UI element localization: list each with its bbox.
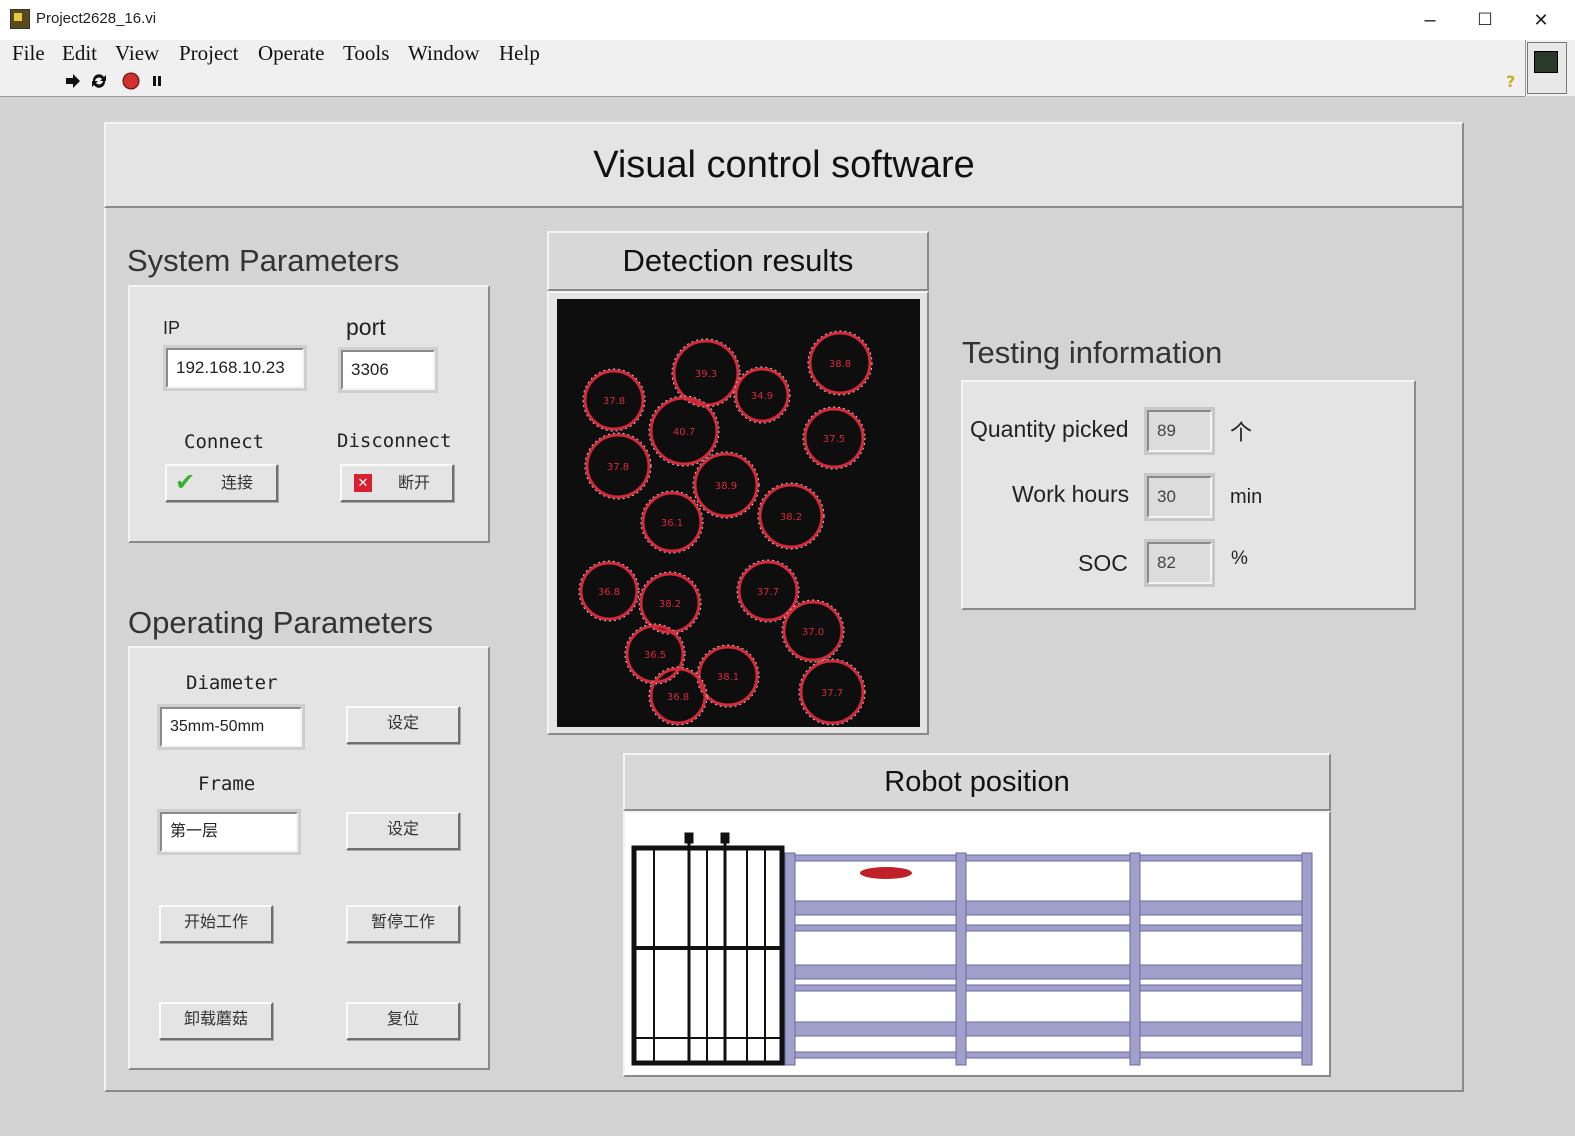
testing-information-title: Testing information xyxy=(962,335,1223,370)
detected-mushroom: 38.8 xyxy=(807,330,873,396)
quantity-unit: 个 xyxy=(1230,420,1253,445)
diameter-label: 37.7 xyxy=(757,587,779,598)
diameter-label: 38.2 xyxy=(659,599,681,610)
diameter-label: Diameter xyxy=(186,672,278,694)
vi-icon[interactable] xyxy=(1527,42,1567,94)
detected-mushroom: 38.2 xyxy=(757,482,825,550)
minimize-button[interactable]: – xyxy=(1410,6,1450,34)
run-arrow-icon[interactable] xyxy=(64,72,82,90)
robot-marker xyxy=(860,867,912,879)
detected-mushroom: 36.1 xyxy=(640,490,704,554)
diameter-label: 36.8 xyxy=(598,587,620,598)
frame-input[interactable]: 第一层 xyxy=(157,809,301,855)
detection-results-header: Detection results xyxy=(547,231,929,291)
port-input[interactable]: 3306 xyxy=(338,347,438,393)
rack-frame xyxy=(631,832,785,1066)
soc-label: SOC xyxy=(1078,550,1128,576)
menu-edit[interactable]: Edit xyxy=(62,40,97,66)
rack-rails xyxy=(784,852,1313,1066)
unload-mushroom-button[interactable]: 卸载蘑菇 xyxy=(159,1002,273,1040)
app-title: Visual control software xyxy=(593,143,975,186)
start-work-button[interactable]: 开始工作 xyxy=(159,905,273,943)
detection-overlay: 39.3 38.8 37.8 34.9 40.7 37.5 37.8 38.9 36.1 38.2… xyxy=(578,330,873,726)
diameter-label: 38.9 xyxy=(715,481,737,492)
check-icon: ✔ xyxy=(175,469,196,496)
detected-mushroom: 37.7 xyxy=(798,658,866,726)
operating-parameters-title: Operating Parameters xyxy=(128,605,433,640)
window-title: Project2628_16.vi xyxy=(36,10,157,27)
ip-input[interactable]: 192.168.10.23 xyxy=(163,345,307,391)
diameter-label: 37.7 xyxy=(821,688,843,699)
soc-unit: % xyxy=(1231,548,1248,569)
port-label: port xyxy=(346,314,386,340)
connect-button-label: 连接 xyxy=(221,475,254,492)
robot-position-diagram xyxy=(627,815,1327,1073)
diameter-label: 37.8 xyxy=(603,396,625,407)
abort-icon[interactable] xyxy=(122,72,140,90)
detection-image: 39.3 38.8 37.8 34.9 40.7 37.5 37.8 38.9 36.1 38.2… xyxy=(557,299,920,727)
soc-indicator: 82 xyxy=(1144,539,1215,587)
diameter-label: 37.0 xyxy=(802,627,824,638)
detected-mushroom: 37.8 xyxy=(584,432,652,500)
diameter-input[interactable]: 35mm-50mm xyxy=(157,704,305,750)
diameter-label: 40.7 xyxy=(673,427,695,438)
menu-window[interactable]: Window xyxy=(408,40,479,66)
menu-project[interactable]: Project xyxy=(179,40,238,66)
detected-mushroom: 37.5 xyxy=(802,406,866,470)
set-diameter-button[interactable]: 设定 xyxy=(346,706,460,744)
diameter-label: 38.1 xyxy=(717,672,739,683)
detected-mushroom: 34.9 xyxy=(733,366,791,424)
detected-mushroom: 38.2 xyxy=(638,571,702,635)
labview-app-icon xyxy=(10,9,30,29)
menu-file[interactable]: File xyxy=(12,40,45,66)
diameter-label: 39.3 xyxy=(695,369,717,380)
diameter-label: 37.8 xyxy=(607,462,629,473)
diameter-label: 38.8 xyxy=(829,359,851,370)
diameter-label: 38.2 xyxy=(780,512,802,523)
connect-button[interactable]: ✔ 连接 xyxy=(165,464,278,502)
svg-text:?: ? xyxy=(1506,72,1515,90)
connect-label: Connect xyxy=(184,431,265,453)
ip-label: IP xyxy=(163,318,181,338)
diameter-label: 36.8 xyxy=(667,692,689,703)
disconnect-label: Disconnect xyxy=(337,430,452,452)
menu-view[interactable]: View xyxy=(115,40,159,66)
maximize-button[interactable]: ☐ xyxy=(1465,6,1505,34)
quantity-picked-label: Quantity picked xyxy=(970,416,1129,442)
work-hours-indicator: 30 xyxy=(1144,473,1215,521)
robot-position-header: Robot position xyxy=(623,753,1331,811)
system-parameters-group xyxy=(128,285,490,543)
reset-button[interactable]: 复位 xyxy=(346,1002,460,1040)
diameter-label: 36.1 xyxy=(661,518,683,529)
work-hours-unit: min xyxy=(1230,486,1263,508)
frame-label: Frame xyxy=(198,773,256,795)
diameter-label: 34.9 xyxy=(751,391,773,402)
menu-help[interactable]: Help xyxy=(499,40,540,66)
detected-mushroom: 36.5 xyxy=(624,623,686,685)
detected-mushroom: 37.8 xyxy=(582,368,646,432)
diameter-label: 36.5 xyxy=(644,650,666,661)
detected-mushroom: 36.8 xyxy=(578,560,640,622)
disconnect-button[interactable]: ✕ 断开 xyxy=(340,464,454,502)
detected-mushroom: 38.9 xyxy=(692,451,760,519)
app-header: Visual control software xyxy=(104,122,1464,208)
disconnect-button-label: 断开 xyxy=(398,475,431,492)
menu-tools[interactable]: Tools xyxy=(343,40,389,66)
title-bar xyxy=(0,0,1575,40)
set-frame-button[interactable]: 设定 xyxy=(346,812,460,850)
pause-work-button[interactable]: 暂停工作 xyxy=(346,905,460,943)
system-parameters-title: System Parameters xyxy=(127,243,400,278)
close-button[interactable]: ✕ xyxy=(1521,6,1561,34)
quantity-picked-indicator: 89 xyxy=(1144,407,1215,455)
close-icon: ✕ xyxy=(354,474,372,492)
help-icon[interactable]: ? xyxy=(1502,72,1520,91)
diameter-label: 37.5 xyxy=(823,434,845,445)
pause-icon[interactable] xyxy=(148,72,166,90)
toolbar xyxy=(0,66,1525,97)
work-hours-label: Work hours xyxy=(1012,481,1130,507)
detected-mushroom: 37.0 xyxy=(781,599,845,663)
run-continuously-icon[interactable] xyxy=(90,72,108,90)
menu-operate[interactable]: Operate xyxy=(258,40,324,66)
